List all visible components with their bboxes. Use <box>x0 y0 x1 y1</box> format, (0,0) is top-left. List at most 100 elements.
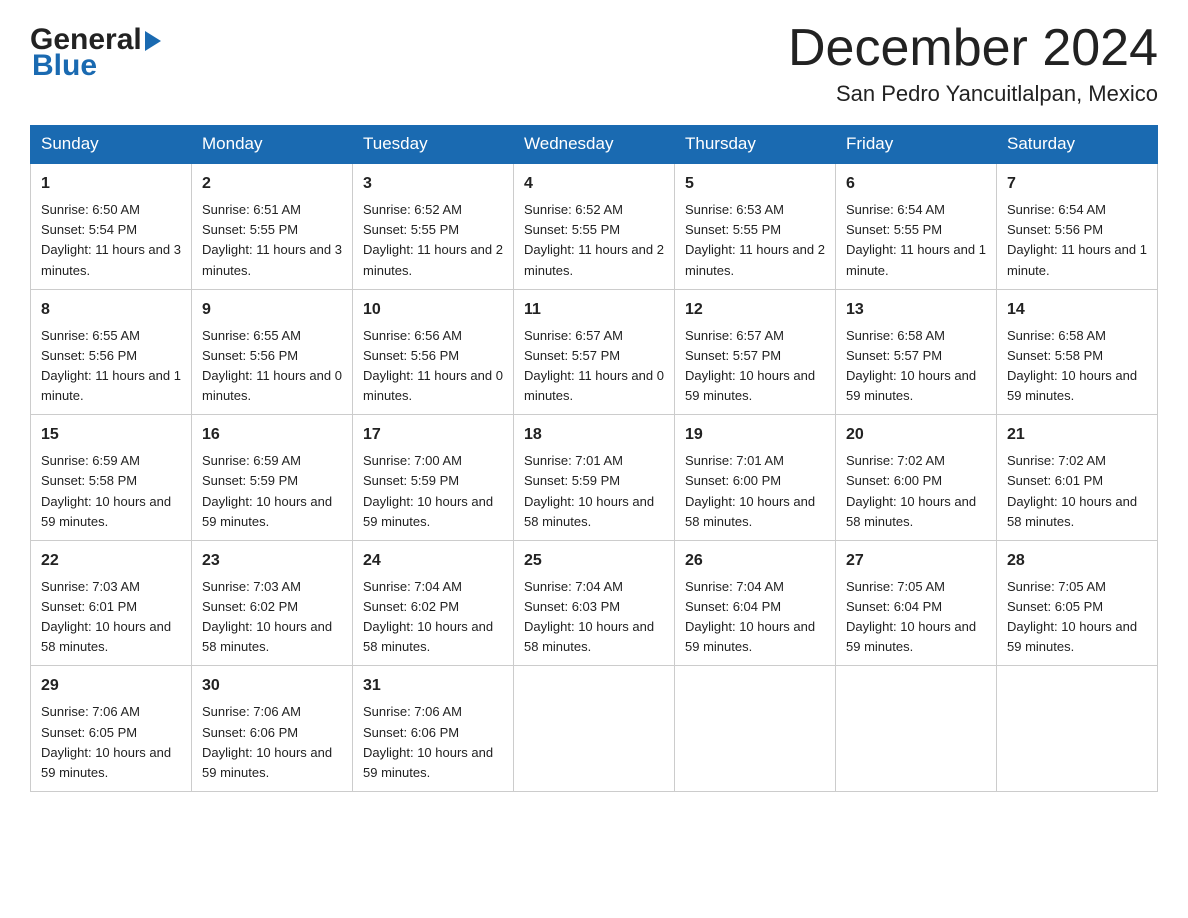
day-number: 13 <box>846 298 986 322</box>
logo-arrow-icon <box>145 31 161 51</box>
day-number: 16 <box>202 423 342 447</box>
day-number: 21 <box>1007 423 1147 447</box>
header-wednesday: Wednesday <box>514 126 675 164</box>
day-number: 15 <box>41 423 181 447</box>
day-number: 24 <box>363 549 503 573</box>
day-info: Sunrise: 6:58 AMSunset: 5:58 PMDaylight:… <box>1007 326 1147 407</box>
week-row-3: 15Sunrise: 6:59 AMSunset: 5:58 PMDayligh… <box>31 415 1158 541</box>
calendar-cell: 17 Sunrise: 7:00 AMSunset: 5:59 PMDayligh… <box>353 415 514 541</box>
day-info: Sunrise: 6:52 AMSunset: 5:55 PMDaylight:… <box>524 200 664 281</box>
day-info: Sunrise: 6:54 AMSunset: 5:55 PMDaylight:… <box>846 200 986 281</box>
day-number: 1 <box>41 172 181 196</box>
header-thursday: Thursday <box>675 126 836 164</box>
calendar-cell: 4 Sunrise: 6:52 AMSunset: 5:55 PMDaylight… <box>514 163 675 289</box>
calendar-cell <box>836 666 997 792</box>
day-info: Sunrise: 7:03 AMSunset: 6:02 PMDaylight:… <box>202 577 342 658</box>
day-info: Sunrise: 7:00 AMSunset: 5:59 PMDaylight:… <box>363 451 503 532</box>
calendar-cell: 28 Sunrise: 7:05 AMSunset: 6:05 PMDayligh… <box>997 540 1158 666</box>
day-number: 17 <box>363 423 503 447</box>
day-info: Sunrise: 6:51 AMSunset: 5:55 PMDaylight:… <box>202 200 342 281</box>
day-number: 23 <box>202 549 342 573</box>
calendar-cell: 18 Sunrise: 7:01 AMSunset: 5:59 PMDayligh… <box>514 415 675 541</box>
calendar-cell: 12 Sunrise: 6:57 AMSunset: 5:57 PMDayligh… <box>675 289 836 415</box>
day-number: 30 <box>202 674 342 698</box>
calendar-cell: 10 Sunrise: 6:56 AMSunset: 5:56 PMDayligh… <box>353 289 514 415</box>
calendar-cell: 13 Sunrise: 6:58 AMSunset: 5:57 PMDayligh… <box>836 289 997 415</box>
day-info: Sunrise: 7:06 AMSunset: 6:06 PMDaylight:… <box>202 702 342 783</box>
day-info: Sunrise: 7:04 AMSunset: 6:04 PMDaylight:… <box>685 577 825 658</box>
header-saturday: Saturday <box>997 126 1158 164</box>
calendar-cell: 23 Sunrise: 7:03 AMSunset: 6:02 PMDayligh… <box>192 540 353 666</box>
logo-blue: Blue <box>32 51 97 81</box>
calendar-cell: 11Sunrise: 6:57 AMSunset: 5:57 PMDayligh… <box>514 289 675 415</box>
day-number: 26 <box>685 549 825 573</box>
calendar-cell: 14 Sunrise: 6:58 AMSunset: 5:58 PMDayligh… <box>997 289 1158 415</box>
calendar-cell: 20Sunrise: 7:02 AMSunset: 6:00 PMDayligh… <box>836 415 997 541</box>
page-header: General Blue December 2024 San Pedro Yan… <box>30 20 1158 107</box>
calendar-cell: 29 Sunrise: 7:06 AMSunset: 6:05 PMDayligh… <box>31 666 192 792</box>
day-info: Sunrise: 7:05 AMSunset: 6:04 PMDaylight:… <box>846 577 986 658</box>
day-info: Sunrise: 6:56 AMSunset: 5:56 PMDaylight:… <box>363 326 503 407</box>
calendar-cell <box>675 666 836 792</box>
day-info: Sunrise: 7:01 AMSunset: 5:59 PMDaylight:… <box>524 451 664 532</box>
calendar-cell: 9Sunrise: 6:55 AMSunset: 5:56 PMDaylight… <box>192 289 353 415</box>
day-info: Sunrise: 6:55 AMSunset: 5:56 PMDaylight:… <box>202 326 342 407</box>
day-number: 29 <box>41 674 181 698</box>
day-number: 14 <box>1007 298 1147 322</box>
calendar-cell: 2Sunrise: 6:51 AMSunset: 5:55 PMDaylight… <box>192 163 353 289</box>
day-info: Sunrise: 6:57 AMSunset: 5:57 PMDaylight:… <box>685 326 825 407</box>
day-info: Sunrise: 6:52 AMSunset: 5:55 PMDaylight:… <box>363 200 503 281</box>
day-info: Sunrise: 6:55 AMSunset: 5:56 PMDaylight:… <box>41 326 181 407</box>
calendar-header-row: SundayMondayTuesdayWednesdayThursdayFrid… <box>31 126 1158 164</box>
calendar-cell: 1Sunrise: 6:50 AMSunset: 5:54 PMDaylight… <box>31 163 192 289</box>
calendar-cell <box>514 666 675 792</box>
day-number: 25 <box>524 549 664 573</box>
day-info: Sunrise: 6:57 AMSunset: 5:57 PMDaylight:… <box>524 326 664 407</box>
logo: General Blue <box>30 20 161 81</box>
day-number: 31 <box>363 674 503 698</box>
day-info: Sunrise: 7:04 AMSunset: 6:02 PMDaylight:… <box>363 577 503 658</box>
day-info: Sunrise: 7:04 AMSunset: 6:03 PMDaylight:… <box>524 577 664 658</box>
month-title: December 2024 <box>788 20 1158 77</box>
title-section: December 2024 San Pedro Yancuitlalpan, M… <box>788 20 1158 107</box>
calendar-cell: 16 Sunrise: 6:59 AMSunset: 5:59 PMDayligh… <box>192 415 353 541</box>
calendar-cell: 24 Sunrise: 7:04 AMSunset: 6:02 PMDayligh… <box>353 540 514 666</box>
day-number: 5 <box>685 172 825 196</box>
day-number: 3 <box>363 172 503 196</box>
day-number: 12 <box>685 298 825 322</box>
day-number: 19 <box>685 423 825 447</box>
day-info: Sunrise: 7:02 AMSunset: 6:00 PMDaylight:… <box>846 451 986 532</box>
header-friday: Friday <box>836 126 997 164</box>
calendar-cell: 22Sunrise: 7:03 AMSunset: 6:01 PMDayligh… <box>31 540 192 666</box>
calendar-cell: 30 Sunrise: 7:06 AMSunset: 6:06 PMDayligh… <box>192 666 353 792</box>
calendar-cell: 21 Sunrise: 7:02 AMSunset: 6:01 PMDayligh… <box>997 415 1158 541</box>
day-info: Sunrise: 7:02 AMSunset: 6:01 PMDaylight:… <box>1007 451 1147 532</box>
week-row-5: 29 Sunrise: 7:06 AMSunset: 6:05 PMDayligh… <box>31 666 1158 792</box>
day-info: Sunrise: 7:06 AMSunset: 6:05 PMDaylight:… <box>41 702 181 783</box>
week-row-4: 22Sunrise: 7:03 AMSunset: 6:01 PMDayligh… <box>31 540 1158 666</box>
calendar-cell: 25 Sunrise: 7:04 AMSunset: 6:03 PMDayligh… <box>514 540 675 666</box>
calendar-cell: 31Sunrise: 7:06 AMSunset: 6:06 PMDayligh… <box>353 666 514 792</box>
day-number: 10 <box>363 298 503 322</box>
day-number: 7 <box>1007 172 1147 196</box>
calendar-cell: 5 Sunrise: 6:53 AMSunset: 5:55 PMDaylight… <box>675 163 836 289</box>
day-number: 8 <box>41 298 181 322</box>
location-title: San Pedro Yancuitlalpan, Mexico <box>788 81 1158 107</box>
day-info: Sunrise: 7:05 AMSunset: 6:05 PMDaylight:… <box>1007 577 1147 658</box>
day-info: Sunrise: 6:54 AMSunset: 5:56 PMDaylight:… <box>1007 200 1147 281</box>
day-info: Sunrise: 6:59 AMSunset: 5:59 PMDaylight:… <box>202 451 342 532</box>
day-number: 28 <box>1007 549 1147 573</box>
day-number: 6 <box>846 172 986 196</box>
day-info: Sunrise: 6:53 AMSunset: 5:55 PMDaylight:… <box>685 200 825 281</box>
calendar-cell: 26 Sunrise: 7:04 AMSunset: 6:04 PMDayligh… <box>675 540 836 666</box>
header-tuesday: Tuesday <box>353 126 514 164</box>
day-number: 4 <box>524 172 664 196</box>
calendar-cell: 7 Sunrise: 6:54 AMSunset: 5:56 PMDaylight… <box>997 163 1158 289</box>
calendar-cell: 8 Sunrise: 6:55 AMSunset: 5:56 PMDaylight… <box>31 289 192 415</box>
day-info: Sunrise: 6:58 AMSunset: 5:57 PMDaylight:… <box>846 326 986 407</box>
calendar-cell: 3 Sunrise: 6:52 AMSunset: 5:55 PMDaylight… <box>353 163 514 289</box>
calendar-cell <box>997 666 1158 792</box>
calendar-cell: 6 Sunrise: 6:54 AMSunset: 5:55 PMDaylight… <box>836 163 997 289</box>
day-number: 18 <box>524 423 664 447</box>
header-monday: Monday <box>192 126 353 164</box>
